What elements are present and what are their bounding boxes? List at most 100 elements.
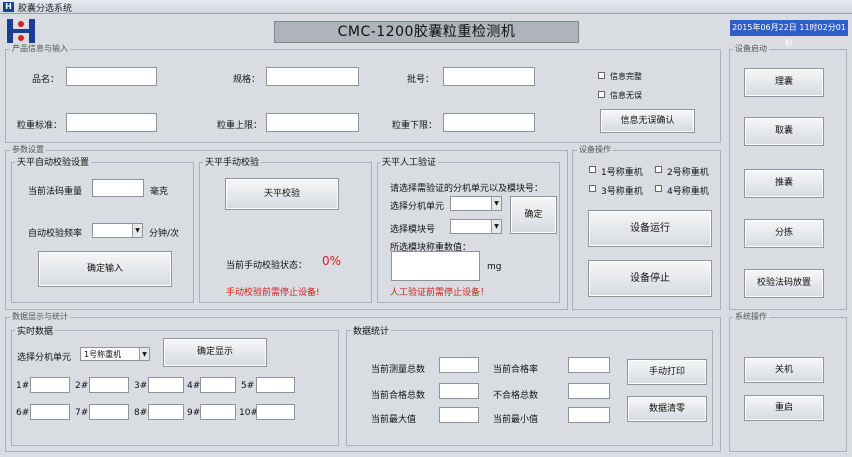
verify-unit-select[interactable]: ▼ bbox=[450, 196, 502, 211]
sorting-button[interactable]: 分拣 bbox=[744, 219, 824, 248]
spec-input[interactable] bbox=[266, 67, 359, 86]
weight-label: 当前法码重量 bbox=[28, 187, 83, 197]
verify-instruction: 请选择需验证的分机单元以及模块号： bbox=[390, 184, 544, 194]
info-complete-label: 信息完整 bbox=[610, 72, 642, 81]
human-warning: 人工验证前需停止设备！ bbox=[390, 288, 490, 298]
auto-confirm-button[interactable]: 确定输入 bbox=[38, 251, 172, 287]
manual-status-label: 当前手动校验状态： bbox=[226, 261, 308, 271]
weight-input[interactable] bbox=[92, 179, 144, 197]
freq-select[interactable]: ▼ bbox=[92, 223, 143, 238]
standard-weight-label: 粒重标准： bbox=[17, 121, 63, 131]
spec-label: 规格： bbox=[233, 75, 261, 85]
shutdown-button[interactable]: 关机 bbox=[744, 357, 824, 383]
slot-input bbox=[256, 404, 295, 420]
scale1-checkbox[interactable] bbox=[589, 166, 596, 173]
show-data-button[interactable]: 确定显示 bbox=[163, 338, 267, 367]
slot-input bbox=[89, 404, 129, 420]
slot-label: 3# bbox=[134, 381, 148, 391]
slot-label: 8# bbox=[134, 408, 148, 418]
stats-label: 数据统计 bbox=[351, 324, 392, 337]
slot-label: 5# bbox=[241, 381, 255, 391]
verify-unit-label: 选择分机单元 bbox=[390, 202, 445, 212]
device-stop-button[interactable]: 设备停止 bbox=[588, 260, 712, 297]
slot-label: 9# bbox=[187, 408, 201, 418]
slot-label: 4# bbox=[187, 381, 201, 391]
total-count-display bbox=[439, 357, 479, 373]
take-capsule-button[interactable]: 取囊 bbox=[744, 117, 824, 146]
verify-module-label: 选择模块号 bbox=[390, 225, 436, 235]
standard-weight-input[interactable] bbox=[66, 113, 157, 132]
scale4-checkbox[interactable] bbox=[655, 185, 662, 192]
max-value-display bbox=[439, 407, 479, 423]
fail-total-label: 不合格总数 bbox=[493, 391, 539, 401]
verify-module-select[interactable]: ▼ bbox=[450, 219, 502, 234]
sort-capsule-button[interactable]: 理囊 bbox=[744, 68, 824, 97]
push-capsule-button[interactable]: 推囊 bbox=[744, 169, 824, 198]
scale3-checkbox[interactable] bbox=[589, 185, 596, 192]
balance-calib-button[interactable]: 天平校验 bbox=[225, 178, 339, 210]
weight-unit: 毫克 bbox=[150, 187, 169, 197]
info-correct-checkbox[interactable] bbox=[598, 91, 605, 98]
lower-limit-input[interactable] bbox=[443, 113, 535, 132]
slot-label: 2# bbox=[75, 381, 89, 391]
total-count-label: 当前测量总数 bbox=[371, 365, 426, 375]
pass-total-label: 当前合格总数 bbox=[371, 391, 426, 401]
slot-input bbox=[148, 377, 184, 393]
slot-input bbox=[200, 404, 236, 420]
app-title: CMC-1200胶囊粒重检测机 bbox=[274, 21, 579, 43]
device-run-button[interactable]: 设备运行 bbox=[588, 210, 712, 247]
pass-total-display bbox=[439, 383, 479, 399]
scale1-label: 1号称重机 bbox=[601, 168, 643, 178]
slot-input bbox=[256, 377, 295, 393]
product-info-group-label: 产品信息与输入 bbox=[10, 43, 70, 54]
manual-status-value: 0% bbox=[322, 254, 342, 268]
min-value-display bbox=[568, 407, 610, 423]
scale4-label: 4号称重机 bbox=[667, 187, 709, 197]
info-confirm-button[interactable]: 信息无误确认 bbox=[600, 109, 695, 133]
slot-label: 1# bbox=[16, 381, 30, 391]
pass-rate-display bbox=[568, 357, 610, 373]
human-verify-label: 天平人工验证 bbox=[380, 155, 439, 168]
manual-calib-label: 天平手动校验 bbox=[203, 155, 262, 168]
clear-data-button[interactable]: 数据清零 bbox=[627, 396, 707, 422]
auto-calib-label: 天平自动校验设置 bbox=[15, 155, 92, 168]
slot-input bbox=[89, 377, 129, 393]
app-icon: H bbox=[3, 2, 14, 12]
manual-print-button[interactable]: 手动打印 bbox=[627, 359, 707, 385]
product-name-input[interactable] bbox=[66, 67, 157, 86]
pass-rate-label: 当前合格率 bbox=[493, 365, 539, 375]
fail-total-display bbox=[568, 383, 610, 399]
place-weight-button[interactable]: 校验法码放置 bbox=[744, 269, 824, 298]
freq-label: 自动校验频率 bbox=[28, 229, 83, 239]
company-logo bbox=[7, 19, 35, 43]
chevron-down-icon: ▼ bbox=[132, 224, 142, 237]
info-correct-label: 信息无误 bbox=[610, 91, 642, 100]
slot-input bbox=[200, 377, 236, 393]
chevron-down-icon: ▼ bbox=[491, 197, 501, 210]
device-ops-group-label: 设备操作 bbox=[577, 144, 613, 155]
verify-confirm-button[interactable]: 确定 bbox=[510, 196, 557, 234]
slot-input bbox=[30, 377, 70, 393]
realtime-label: 实时数据 bbox=[15, 324, 56, 337]
batch-input[interactable] bbox=[443, 67, 535, 86]
freq-unit: 分钟/次 bbox=[149, 229, 180, 239]
manual-warning: 手动校验前需停止设备! bbox=[226, 288, 320, 298]
chevron-down-icon: ▼ bbox=[491, 220, 501, 233]
scale3-label: 3号称重机 bbox=[601, 187, 643, 197]
scale2-checkbox[interactable] bbox=[655, 166, 662, 173]
module-value-unit: mg bbox=[487, 262, 502, 272]
slot-label: 6# bbox=[16, 408, 30, 418]
device-start-group-label: 设备启动 bbox=[733, 43, 769, 54]
chevron-down-icon: ▼ bbox=[139, 348, 149, 360]
select-unit-label: 选择分机单元 bbox=[17, 353, 72, 363]
restart-button[interactable]: 重启 bbox=[744, 395, 824, 421]
select-unit-dropdown[interactable]: 1号称重机 ▼ bbox=[80, 347, 150, 361]
params-group-label: 参数设置 bbox=[10, 144, 46, 155]
select-unit-value: 1号称重机 bbox=[84, 350, 122, 359]
info-complete-checkbox[interactable] bbox=[598, 72, 605, 79]
scale2-label: 2号称重机 bbox=[667, 168, 709, 178]
slot-label: 7# bbox=[75, 408, 89, 418]
product-name-label: 品名： bbox=[32, 75, 60, 85]
window-titlebar bbox=[0, 0, 852, 14]
upper-limit-input[interactable] bbox=[266, 113, 359, 132]
